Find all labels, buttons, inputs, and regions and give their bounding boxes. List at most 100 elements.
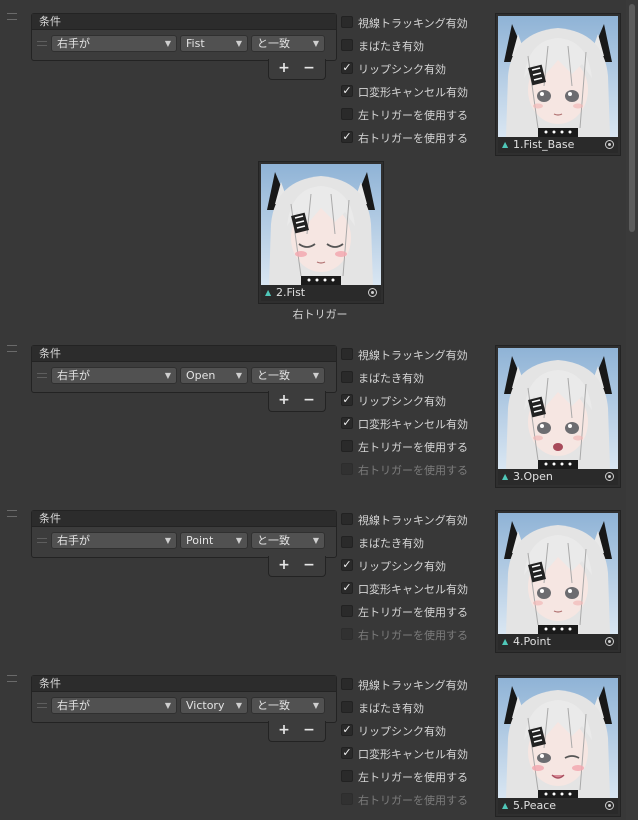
left-trigger-toggle[interactable]: 左トリガーを使用する xyxy=(340,602,480,622)
checkbox[interactable] xyxy=(341,108,353,120)
add-condition-button[interactable]: + xyxy=(272,391,296,409)
condition-title: 条件 xyxy=(32,511,336,527)
lipsync-toggle[interactable]: ✓ リップシンク有効 xyxy=(340,59,480,79)
condition-add-remove: + − xyxy=(268,59,326,80)
thumbnail-caption: ▲ 4.Point xyxy=(498,634,618,650)
checkbox[interactable]: ✓ xyxy=(341,582,353,594)
add-condition-button[interactable]: + xyxy=(272,59,296,77)
checkbox xyxy=(341,628,353,640)
hand-dropdown[interactable]: 右手が ▼ xyxy=(51,367,177,384)
gesture-block-victory: 条件 右手が ▼ Victory ▼ と一致 ▼ + − 視線トラッキング有効 まばた… xyxy=(0,675,626,820)
object-picker-icon[interactable] xyxy=(605,140,614,149)
chevron-down-icon: ▼ xyxy=(164,39,171,48)
left-trigger-toggle[interactable]: 左トリガーを使用する xyxy=(340,105,480,125)
remove-condition-button[interactable]: − xyxy=(297,391,321,409)
condition-box: 条件 右手が ▼ Point ▼ と一致 ▼ xyxy=(31,510,337,558)
row-handle-icon[interactable] xyxy=(37,538,47,543)
vertical-scrollbar[interactable] xyxy=(626,0,638,820)
hand-dropdown[interactable]: 右手が ▼ xyxy=(51,35,177,52)
remove-condition-button[interactable]: − xyxy=(297,556,321,574)
lipsync-toggle[interactable]: ✓ リップシンク有効 xyxy=(340,391,480,411)
avatar-preview xyxy=(498,16,618,137)
blink-toggle[interactable]: まばたき有効 xyxy=(340,368,480,388)
lipsync-toggle[interactable]: ✓ リップシンク有効 xyxy=(340,721,480,741)
gesture-dropdown[interactable]: Point ▼ xyxy=(180,532,248,549)
checkbox[interactable]: ✓ xyxy=(341,417,353,429)
checkbox[interactable]: ✓ xyxy=(341,747,353,759)
scrollbar-thumb[interactable] xyxy=(629,4,635,232)
eye-tracking-toggle[interactable]: 視線トラッキング有効 xyxy=(340,510,480,530)
operator-dropdown[interactable]: と一致 ▼ xyxy=(251,35,325,52)
row-handle-icon[interactable] xyxy=(37,373,47,378)
mouth-cancel-toggle[interactable]: ✓ 口変形キャンセル有効 xyxy=(340,579,480,599)
chevron-down-icon: ▼ xyxy=(312,371,319,380)
animation-thumbnail[interactable]: ▲ 1.Fist_Base xyxy=(495,13,621,156)
drag-handle-icon[interactable] xyxy=(7,345,17,352)
operator-dropdown[interactable]: と一致 ▼ xyxy=(251,697,325,714)
eye-tracking-toggle[interactable]: 視線トラッキング有効 xyxy=(340,675,480,695)
blink-toggle[interactable]: まばたき有効 xyxy=(340,36,480,56)
checkbox[interactable]: ✓ xyxy=(341,85,353,97)
right-trigger-toggle: 右トリガーを使用する xyxy=(340,625,480,645)
checkbox[interactable] xyxy=(341,39,353,51)
drag-handle-icon[interactable] xyxy=(7,13,17,20)
chevron-down-icon: ▼ xyxy=(312,39,319,48)
checkbox[interactable]: ✓ xyxy=(341,62,353,74)
right-trigger-toggle: 右トリガーを使用する xyxy=(340,790,480,810)
checkbox[interactable] xyxy=(341,16,353,28)
mouth-cancel-toggle[interactable]: ✓ 口変形キャンセル有効 xyxy=(340,82,480,102)
add-condition-button[interactable]: + xyxy=(272,556,296,574)
avatar-preview xyxy=(498,513,618,634)
object-picker-icon[interactable] xyxy=(368,288,377,297)
checkbox[interactable] xyxy=(341,770,353,782)
blink-toggle[interactable]: まばたき有効 xyxy=(340,533,480,553)
eye-tracking-toggle[interactable]: 視線トラッキング有効 xyxy=(340,345,480,365)
gesture-dropdown[interactable]: Open ▼ xyxy=(180,367,248,384)
checkbox[interactable] xyxy=(341,678,353,690)
checkbox[interactable]: ✓ xyxy=(341,394,353,406)
checkbox[interactable]: ✓ xyxy=(341,131,353,143)
thumbnail-caption: ▲ 2.Fist xyxy=(261,285,381,301)
trigger-animation-thumbnail[interactable]: ▲ 2.Fist xyxy=(258,161,384,304)
object-picker-icon[interactable] xyxy=(605,801,614,810)
thumbnail-caption: ▲ 3.Open xyxy=(498,469,618,485)
drag-handle-icon[interactable] xyxy=(7,510,17,517)
condition-title: 条件 xyxy=(32,676,336,692)
right-trigger-toggle[interactable]: ✓ 右トリガーを使用する xyxy=(340,128,480,148)
right-trigger-toggle: 右トリガーを使用する xyxy=(340,460,480,480)
row-handle-icon[interactable] xyxy=(37,41,47,46)
lipsync-toggle[interactable]: ✓ リップシンク有効 xyxy=(340,556,480,576)
animation-thumbnail[interactable]: ▲ 4.Point xyxy=(495,510,621,653)
checkbox[interactable] xyxy=(341,513,353,525)
checkbox[interactable] xyxy=(341,371,353,383)
animation-thumbnail[interactable]: ▲ 3.Open xyxy=(495,345,621,488)
object-picker-icon[interactable] xyxy=(605,472,614,481)
mouth-cancel-toggle[interactable]: ✓ 口変形キャンセル有効 xyxy=(340,744,480,764)
remove-condition-button[interactable]: − xyxy=(297,721,321,739)
operator-dropdown[interactable]: と一致 ▼ xyxy=(251,367,325,384)
checkbox[interactable] xyxy=(341,440,353,452)
checkbox[interactable]: ✓ xyxy=(341,724,353,736)
row-handle-icon[interactable] xyxy=(37,703,47,708)
gesture-dropdown[interactable]: Fist ▼ xyxy=(180,35,248,52)
drag-handle-icon[interactable] xyxy=(7,675,17,682)
eye-tracking-toggle[interactable]: 視線トラッキング有効 xyxy=(340,13,480,33)
animation-thumbnail[interactable]: ▲ 5.Peace xyxy=(495,675,621,817)
checkbox[interactable] xyxy=(341,701,353,713)
operator-dropdown[interactable]: と一致 ▼ xyxy=(251,532,325,549)
checkbox xyxy=(341,463,353,475)
hand-dropdown[interactable]: 右手が ▼ xyxy=(51,697,177,714)
hand-dropdown[interactable]: 右手が ▼ xyxy=(51,532,177,549)
checkbox[interactable] xyxy=(341,348,353,360)
left-trigger-toggle[interactable]: 左トリガーを使用する xyxy=(340,437,480,457)
left-trigger-toggle[interactable]: 左トリガーを使用する xyxy=(340,767,480,787)
checkbox[interactable] xyxy=(341,605,353,617)
blink-toggle[interactable]: まばたき有効 xyxy=(340,698,480,718)
checkbox[interactable] xyxy=(341,536,353,548)
add-condition-button[interactable]: + xyxy=(272,721,296,739)
object-picker-icon[interactable] xyxy=(605,637,614,646)
mouth-cancel-toggle[interactable]: ✓ 口変形キャンセル有効 xyxy=(340,414,480,434)
gesture-dropdown[interactable]: Victory ▼ xyxy=(180,697,248,714)
checkbox[interactable]: ✓ xyxy=(341,559,353,571)
remove-condition-button[interactable]: − xyxy=(297,59,321,77)
